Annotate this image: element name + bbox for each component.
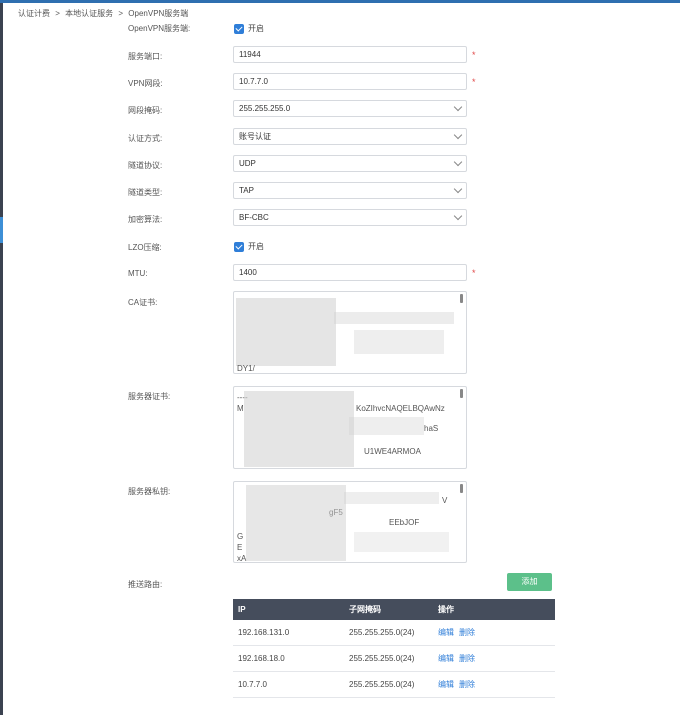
add-route-button[interactable]: 添加 (507, 573, 552, 591)
auth-method-value: 账号认证 (239, 132, 271, 141)
cell-mask: 255.255.255.0(24) (349, 680, 415, 689)
redacted-region (246, 485, 346, 561)
required-mark: * (472, 77, 476, 87)
delete-link[interactable]: 删除 (459, 654, 475, 663)
push-routes-label: 推送路由: (128, 580, 163, 589)
breadcrumb-item-billing[interactable]: 认证计费 (18, 9, 50, 18)
chevron-down-icon (453, 184, 463, 194)
tunnel-protocol-value: UDP (239, 159, 256, 168)
server-key-line: G (237, 532, 244, 541)
breadcrumb-item-openvpn: OpenVPN服务端 (128, 9, 189, 18)
scrollbar-thumb[interactable] (460, 484, 463, 493)
breadcrumb-separator: > (55, 9, 60, 18)
redacted-region (236, 298, 336, 366)
mtu-input[interactable]: 1400 (233, 264, 467, 281)
lzo-enable-text: 开启 (248, 242, 264, 251)
cell-actions: 编辑 删除 (438, 679, 555, 690)
checkbox-checked-icon (234, 241, 244, 252)
auth-method-label: 认证方式: (128, 134, 163, 143)
auth-method-select[interactable]: 账号认证 (233, 128, 467, 145)
server-cert-line: U1WE4ARMOA (364, 447, 421, 456)
mask-label: 网段掩码: (128, 106, 163, 115)
tunnel-protocol-label: 隧道协议: (128, 161, 163, 170)
scrollbar-thumb[interactable] (460, 294, 463, 303)
required-mark: * (472, 50, 476, 60)
ca-cert-visible-text: DY1/ (237, 364, 255, 373)
server-cert-textarea[interactable]: ---- M KoZIhvcNAQELBQAwNz haS U1WE4ARMOA (233, 386, 467, 469)
chevron-down-icon (453, 157, 463, 167)
cell-ip: 192.168.131.0 (238, 628, 290, 637)
redacted-region (244, 391, 354, 467)
redacted-region (344, 492, 439, 504)
redacted-region (349, 417, 424, 435)
delete-link[interactable]: 删除 (459, 628, 475, 637)
server-key-line: V (442, 496, 448, 505)
server-cert-line: KoZIhvcNAQELBQAwNz (356, 404, 445, 413)
server-key-line: EEbJOF (389, 518, 420, 527)
port-input[interactable]: 11944 (233, 46, 467, 63)
tunnel-type-select[interactable]: TAP (233, 182, 467, 199)
breadcrumb-separator: > (118, 9, 124, 18)
cell-ip: 192.168.18.0 (238, 654, 285, 663)
top-accent-bar (0, 0, 680, 3)
redacted-region (354, 330, 444, 354)
mtu-label: MTU: (128, 269, 148, 278)
cell-mask: 255.255.255.0(24) (349, 654, 415, 663)
cell-actions: 编辑 删除 (438, 627, 555, 638)
required-mark: * (472, 268, 476, 278)
openvpn-enable-text: 开启 (248, 24, 264, 33)
left-nav-active-indicator (0, 217, 3, 243)
chevron-down-icon (453, 130, 463, 140)
column-header-actions: 操作 (438, 605, 454, 614)
cipher-select[interactable]: BF-CBC (233, 209, 467, 226)
chevron-down-icon (453, 211, 463, 221)
server-key-textarea[interactable]: V gF5 EEbJOF G E xA (233, 481, 467, 563)
openvpn-server-label: OpenVPN服务端: (128, 24, 191, 33)
chevron-down-icon (453, 102, 463, 112)
lzo-label: LZO压缩: (128, 243, 162, 252)
server-key-line: xA (237, 554, 247, 563)
delete-link[interactable]: 删除 (459, 680, 475, 689)
breadcrumb-item-local-auth[interactable]: 本地认证服务 (65, 9, 113, 18)
server-key-label: 服务器私钥: (128, 487, 171, 496)
ca-cert-textarea[interactable]: DY1/ (233, 291, 467, 374)
vpn-net-input[interactable]: 10.7.7.0 (233, 73, 467, 90)
left-nav-strip (0, 3, 3, 715)
mask-select-value: 255.255.255.0 (239, 104, 291, 113)
cipher-label: 加密算法: (128, 215, 163, 224)
server-key-line: E (237, 543, 243, 552)
edit-link[interactable]: 编辑 (438, 654, 454, 663)
vpn-net-label: VPN网段: (128, 79, 163, 88)
port-label: 服务端口: (128, 52, 163, 61)
scrollbar-thumb[interactable] (460, 389, 463, 398)
column-header-mask: 子网掩码 (349, 605, 381, 614)
table-row: 192.168.18.0 255.255.255.0(24) 编辑 删除 (233, 646, 555, 672)
cell-ip: 10.7.7.0 (238, 680, 267, 689)
breadcrumb: 认证计费 > 本地认证服务 > OpenVPN服务端 (18, 8, 191, 19)
edit-link[interactable]: 编辑 (438, 628, 454, 637)
server-cert-line: M (237, 404, 244, 413)
cipher-value: BF-CBC (239, 213, 269, 222)
tunnel-type-label: 隧道类型: (128, 188, 163, 197)
checkbox-checked-icon (234, 23, 244, 34)
redacted-region (354, 532, 449, 552)
routes-table: IP 子网掩码 操作 192.168.131.0 255.255.255.0(2… (233, 599, 555, 698)
tunnel-protocol-select[interactable]: UDP (233, 155, 467, 172)
edit-link[interactable]: 编辑 (438, 680, 454, 689)
server-cert-label: 服务器证书: (128, 392, 171, 401)
table-header: IP 子网掩码 操作 (233, 599, 555, 620)
redacted-region (334, 312, 454, 324)
cell-mask: 255.255.255.0(24) (349, 628, 415, 637)
openvpn-enable-checkbox[interactable]: 开启 (234, 23, 264, 34)
cell-actions: 编辑 删除 (438, 653, 555, 664)
table-row: 192.168.131.0 255.255.255.0(24) 编辑 删除 (233, 620, 555, 646)
server-cert-line: haS (424, 424, 439, 433)
ca-cert-label: CA证书: (128, 298, 158, 307)
mask-select[interactable]: 255.255.255.0 (233, 100, 467, 117)
tunnel-type-value: TAP (239, 186, 254, 195)
lzo-enable-checkbox[interactable]: 开启 (234, 241, 264, 252)
table-row: 10.7.7.0 255.255.255.0(24) 编辑 删除 (233, 672, 555, 698)
column-header-ip: IP (238, 605, 246, 614)
